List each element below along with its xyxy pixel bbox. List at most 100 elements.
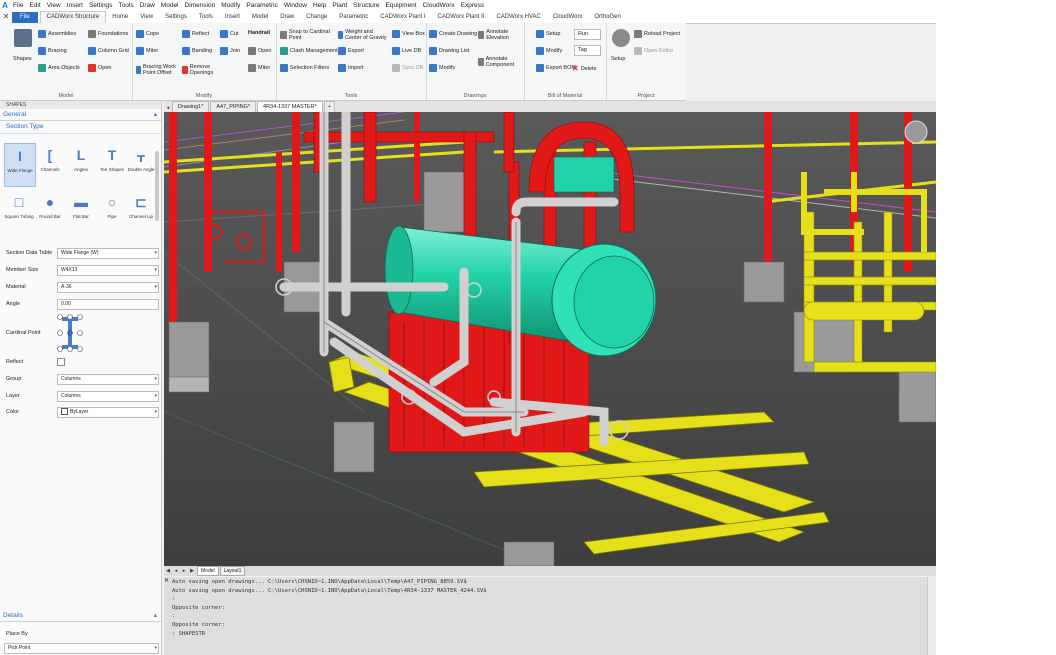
ribbon-tab-parametric[interactable]: Parametric	[333, 12, 374, 23]
section-data-table-select[interactable]: Wide Flange (W) ▾	[57, 248, 159, 259]
open-editor-button[interactable]: Open Editor	[634, 47, 673, 55]
menu-window[interactable]: Window	[281, 2, 310, 9]
bracing-work-point-offset-button[interactable]: Bracing Work Point Offset	[136, 64, 182, 76]
menu-model[interactable]: Model	[158, 2, 182, 9]
doc-tab-a47-piping[interactable]: A47_PIPING*	[210, 101, 257, 112]
reflect-button[interactable]: Reflect	[182, 30, 209, 38]
view-box-button[interactable]: View Box	[392, 30, 425, 38]
menu-file[interactable]: File	[10, 2, 26, 9]
shape-pipe[interactable]: ○ Pipe	[97, 190, 127, 232]
remove-openings-button[interactable]: Remove Openings	[182, 64, 222, 76]
bom-modify-button[interactable]: Modify	[536, 47, 562, 55]
menu-structure[interactable]: Structure	[350, 2, 382, 9]
ribbon-tab-model[interactable]: Model	[246, 12, 274, 23]
collapse-icon[interactable]: ▴	[154, 610, 157, 621]
last-layout-icon[interactable]: ▶	[188, 567, 196, 575]
shapes-scrollbar[interactable]	[155, 151, 159, 221]
cut-button[interactable]: Cut	[220, 30, 239, 38]
details-section-header[interactable]: Details ▴	[0, 610, 161, 622]
reflect-checkbox[interactable]	[57, 358, 65, 366]
plant-3d-model[interactable]	[164, 112, 936, 566]
join-button[interactable]: Join	[220, 47, 240, 55]
shape-round-bar[interactable]: ● Round Bar	[35, 190, 65, 232]
place-by-select[interactable]: Pick Point ▾	[4, 643, 159, 654]
bracing-button[interactable]: Bracing	[38, 47, 67, 55]
ribbon-tab-plant-2[interactable]: CADWorx Plant II	[432, 12, 491, 23]
handrail-miter-button[interactable]: Miter	[248, 64, 270, 72]
member-size-select[interactable]: W4X13 ▾	[57, 265, 159, 276]
menu-settings[interactable]: Settings	[86, 2, 116, 9]
run-dropdown[interactable]: Run	[574, 29, 601, 40]
ribbon-tab-tools[interactable]: Tools	[193, 12, 219, 23]
tag-dropdown[interactable]: Tag	[574, 45, 601, 56]
command-line-panel[interactable]: ✕ Auto saving open drawings... C:\Users\…	[164, 577, 936, 655]
menu-draw[interactable]: Draw	[137, 2, 158, 9]
new-tab-plus-icon[interactable]: +	[323, 101, 336, 112]
weight-cog-button[interactable]: Weight and Center of Gravity	[338, 29, 390, 41]
menu-dimension[interactable]: Dimension	[182, 2, 219, 9]
ribbon-tab-draw[interactable]: Draw	[274, 12, 300, 23]
ribbon-tab-change[interactable]: Change	[300, 12, 333, 23]
handrail-open-button[interactable]: Open	[248, 47, 271, 55]
shape-flat-bar[interactable]: ▬ Flat Bar	[66, 190, 96, 232]
ribbon-tab-file[interactable]: File	[12, 12, 38, 23]
bom-setup-button[interactable]: Setup	[536, 30, 560, 38]
shape-channels[interactable]: [Channels	[35, 143, 65, 185]
angle-input[interactable]: 0.00	[57, 299, 159, 310]
drawings-modify-button[interactable]: Modify	[429, 64, 455, 72]
general-section-header[interactable]: General ▴	[0, 109, 161, 121]
ribbon-tab-cadworx-structure[interactable]: CADWorx Structure	[39, 11, 107, 23]
annotate-component-button[interactable]: Annotate Component	[478, 56, 522, 68]
foundations-button[interactable]: Foundations	[88, 30, 128, 38]
assemblies-button[interactable]: Assemblies	[38, 30, 76, 38]
collapse-icon[interactable]: ▴	[154, 109, 157, 120]
shape-angles[interactable]: L Angles	[66, 143, 96, 185]
model-viewport[interactable]	[164, 112, 936, 566]
shapes-button[interactable]: Shapes	[13, 56, 32, 62]
menu-view[interactable]: View	[44, 2, 64, 9]
layout-tab-model[interactable]: Model	[197, 566, 219, 576]
menu-cloudworx[interactable]: CloudWorx	[420, 2, 458, 9]
miter-button[interactable]: Miter	[136, 47, 158, 55]
menu-edit[interactable]: Edit	[26, 2, 43, 9]
menu-express[interactable]: Express	[458, 2, 487, 9]
snap-cardinal-button[interactable]: Snap to Cardinal Point	[280, 29, 336, 41]
shape-square-tubing[interactable]: □ Square Tubing	[4, 190, 34, 232]
menu-modify[interactable]: Modify	[218, 2, 243, 9]
live-db-button[interactable]: Live DB	[392, 47, 421, 55]
annotate-elevation-button[interactable]: Annotate Elevation	[478, 29, 522, 41]
layer-select[interactable]: Columns ▾	[57, 391, 159, 402]
ribbon-tab-view[interactable]: View	[134, 12, 159, 23]
color-select[interactable]: ByLayer ▾	[57, 407, 159, 418]
export-button[interactable]: Export	[338, 47, 364, 55]
shape-wide-flange[interactable]: I Wide Flange	[4, 143, 36, 187]
clash-management-button[interactable]: Clash Management	[280, 47, 338, 55]
menu-help[interactable]: Help	[310, 2, 329, 9]
group-select[interactable]: Columns ▾	[57, 374, 159, 385]
command-scrollbar[interactable]	[927, 577, 936, 655]
project-setup-button[interactable]: Setup	[611, 56, 625, 62]
ribbon-tab-orthogen[interactable]: OrthoGen	[588, 12, 626, 23]
sync-db-button[interactable]: Sync DB	[392, 64, 423, 72]
command-close-icon[interactable]: ✕	[164, 577, 169, 584]
menu-plant[interactable]: Plant	[329, 2, 350, 9]
shape-tee[interactable]: T Tee Shapes	[97, 143, 127, 185]
doc-tab-4r34-master[interactable]: 4R34-1337 MASTER*	[257, 101, 323, 112]
area-objects-button[interactable]: Area Objects	[38, 64, 80, 72]
app-logo-icon[interactable]: A	[0, 1, 10, 10]
import-button[interactable]: Import	[338, 64, 364, 72]
ribbon-tab-settings[interactable]: Settings	[159, 12, 193, 23]
view-cube-icon[interactable]	[904, 120, 928, 144]
reload-project-button[interactable]: Reload Project	[634, 30, 680, 38]
tabs-left-icon[interactable]: ◂	[164, 104, 172, 112]
ribbon-tab-plant-1[interactable]: CADWorx Plant I	[374, 12, 431, 23]
menu-parametric[interactable]: Parametric	[243, 2, 280, 9]
export-bom-button[interactable]: Export BOM	[536, 64, 576, 72]
banding-button[interactable]: Banding	[182, 47, 212, 55]
create-drawing-button[interactable]: Create Drawing	[429, 30, 477, 38]
menu-insert[interactable]: Insert	[64, 2, 86, 9]
shape-channel-lip[interactable]: ⊏ Channel Lip	[126, 190, 156, 232]
selection-filters-button[interactable]: Selection Filters	[280, 64, 329, 72]
ribbon-tab-insert[interactable]: Insert	[219, 12, 246, 23]
shape-double-angle[interactable]: ᚁ Double Angle	[126, 143, 156, 185]
